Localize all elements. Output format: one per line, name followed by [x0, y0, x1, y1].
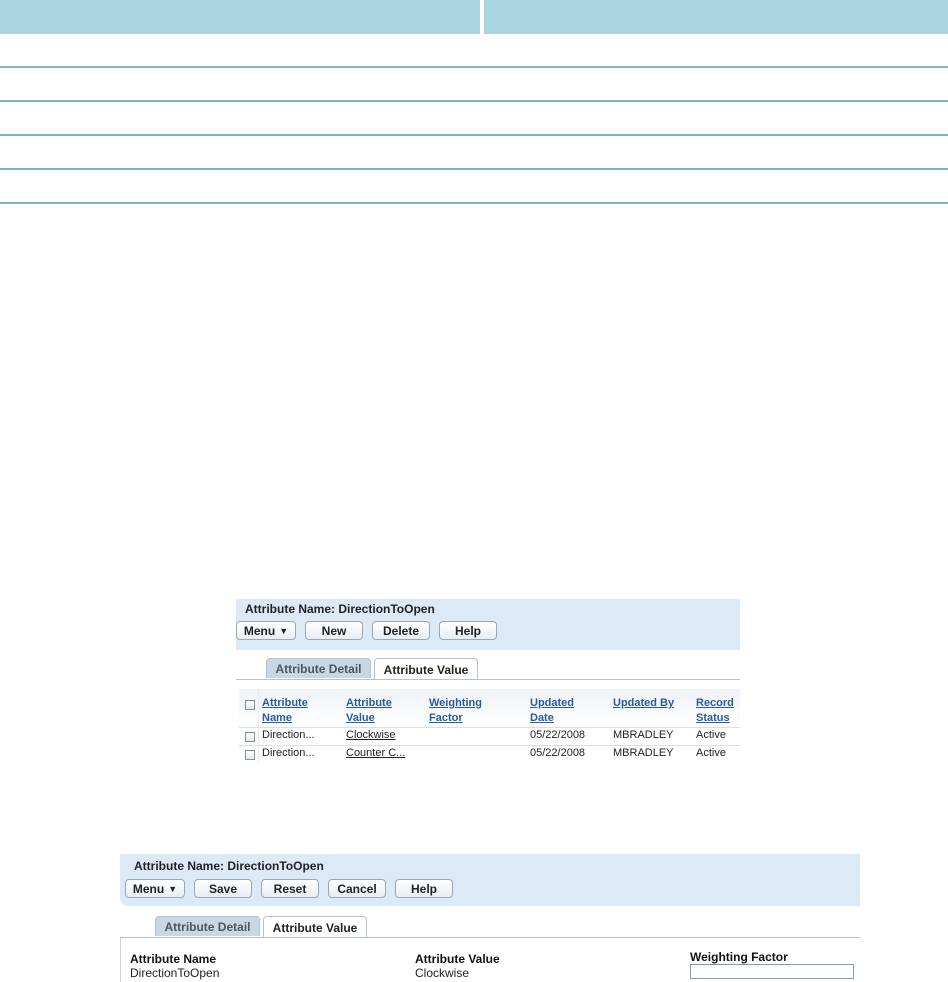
column-header-updated-date[interactable]: Updated Date [530, 696, 574, 726]
weighting-factor-input[interactable] [690, 964, 854, 979]
column-header-attribute-name[interactable]: Attribute Name [262, 696, 308, 726]
table-header [0, 0, 948, 34]
attribute-name-value: DirectionToOpen [130, 966, 220, 980]
menu-button-label: Menu [132, 881, 165, 896]
table-header-cell [482, 0, 484, 34]
tab-attribute-value[interactable]: Attribute Value [263, 916, 367, 938]
column-header-record-status[interactable]: Record Status [696, 696, 734, 726]
cell-updated-date: 05/22/2008 [530, 747, 586, 759]
tab-bar: Attribute Detail Attribute Value [266, 658, 478, 680]
attribute-name-label: Attribute Name [130, 952, 217, 966]
table-row[interactable]: Direction... Counter C... 05/22/2008 MBR… [239, 745, 740, 763]
attribute-value-detail-panel: Attribute Name: DirectionToOpen Menu ▼ S… [120, 854, 860, 982]
column-header-line: Date [530, 712, 554, 724]
help-button[interactable]: Help [439, 621, 497, 640]
cell-attribute-name: Direction... [262, 747, 315, 759]
chevron-down-icon: ▼ [168, 883, 178, 894]
cell-updated-by: MBRADLEY [613, 747, 674, 759]
column-header-line: Name [262, 712, 292, 724]
tab-attribute-detail[interactable]: Attribute Detail [155, 916, 260, 936]
column-header-line: Attribute [346, 697, 392, 709]
menu-button[interactable]: Menu ▼ [125, 879, 185, 898]
column-header-attribute-value[interactable]: Attribute Value [346, 696, 392, 726]
row-checkbox[interactable] [245, 750, 255, 760]
menu-button-label: Menu [243, 623, 276, 638]
attribute-value-grid: Attribute Name Attribute Value Weighting… [239, 689, 740, 764]
cell-record-status: Active [696, 747, 726, 759]
weighting-factor-label: Weighting Factor [690, 950, 788, 964]
toolbar: Menu ▼ New Delete Help [236, 621, 497, 640]
column-header-line: Factor [429, 712, 463, 724]
table-row[interactable]: Direction... Clockwise 05/22/2008 MBRADL… [239, 727, 740, 745]
attribute-value-list-panel: Attribute Name: DirectionToOpen Menu ▼ N… [236, 599, 740, 765]
help-button[interactable]: Help [395, 879, 453, 898]
cell-attribute-value-link[interactable]: Clockwise [346, 729, 396, 741]
toolbar: Menu ▼ Save Reset Cancel Help [125, 879, 453, 898]
row-checkbox[interactable] [245, 732, 255, 742]
new-button[interactable]: New [305, 621, 363, 640]
delete-button[interactable]: Delete [372, 621, 430, 640]
attribute-value-label: Attribute Value [415, 952, 500, 966]
reset-button[interactable]: Reset [261, 879, 319, 898]
column-header-line: Attribute [262, 697, 308, 709]
table-row [0, 68, 948, 102]
cell-record-status: Active [696, 729, 726, 741]
tab-divider [236, 679, 740, 680]
tab-attribute-detail[interactable]: Attribute Detail [266, 658, 371, 678]
chevron-down-icon: ▼ [279, 625, 289, 636]
column-header-line: Updated By [613, 697, 675, 709]
column-header-updated-by[interactable]: Updated By [613, 696, 674, 711]
panel-title: Attribute Name: DirectionToOpen [245, 602, 435, 616]
menu-button[interactable]: Menu ▼ [236, 621, 296, 640]
table-row [0, 170, 948, 204]
save-button[interactable]: Save [194, 879, 252, 898]
cell-updated-by: MBRADLEY [613, 729, 674, 741]
panel-header: Attribute Name: DirectionToOpen Menu ▼ N… [236, 599, 740, 650]
column-header-line: Record [696, 697, 734, 709]
table-row [0, 34, 948, 68]
table-row [0, 102, 948, 136]
cell-attribute-value-link[interactable]: Counter C... [346, 747, 405, 759]
table-row [0, 136, 948, 170]
select-all-checkbox[interactable] [245, 700, 255, 710]
attribute-value-value: Clockwise [415, 966, 470, 980]
tab-attribute-value[interactable]: Attribute Value [374, 658, 478, 680]
grid-header: Attribute Name Attribute Value Weighting… [239, 689, 740, 727]
detail-form: Attribute Name DirectionToOpen Attribute… [120, 938, 861, 982]
panel-header: Attribute Name: DirectionToOpen Menu ▼ S… [120, 854, 860, 906]
column-header-line: Status [696, 712, 730, 724]
cell-updated-date: 05/22/2008 [530, 729, 586, 741]
cancel-button[interactable]: Cancel [328, 879, 386, 898]
column-header-weighting-factor[interactable]: Weighting Factor [429, 696, 482, 726]
table-header-cell [0, 0, 482, 34]
cell-attribute-name: Direction... [262, 729, 315, 741]
tab-bar: Attribute Detail Attribute Value [155, 916, 367, 938]
column-header-line: Value [346, 712, 375, 724]
column-header-line: Weighting [429, 697, 482, 709]
column-header-line: Updated [530, 697, 574, 709]
empty-table [0, 0, 948, 204]
panel-title: Attribute Name: DirectionToOpen [134, 859, 324, 873]
